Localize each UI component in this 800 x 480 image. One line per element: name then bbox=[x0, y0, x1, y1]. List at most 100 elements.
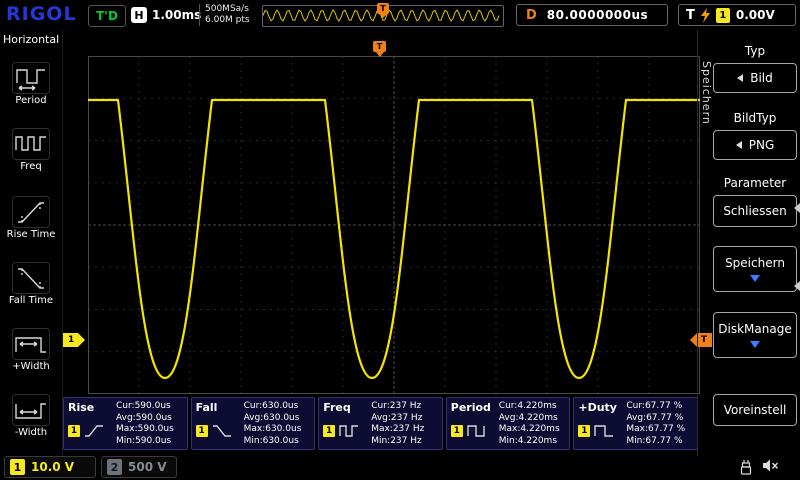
measurement-max: Max:4.220ms bbox=[499, 424, 566, 436]
sidebar-item-label: Fall Time bbox=[0, 295, 62, 306]
sidebar-item-label: Rise Time bbox=[0, 229, 62, 240]
menu-item-voreinstell[interactable]: Voreinstell bbox=[713, 394, 797, 426]
measurement-avg: Avg:4.220ms bbox=[499, 413, 566, 425]
channel1-scale: 10.0 V bbox=[31, 460, 74, 474]
channel-badge: 1 bbox=[323, 425, 335, 437]
chevron-down-icon bbox=[750, 275, 760, 282]
delay-readout-box: D 80.0000000us bbox=[516, 4, 668, 26]
measurement-period: Period 1 Cur:4.220ms Avg:4.220ms Max:4.2… bbox=[446, 397, 571, 450]
sidebar-item-label: -Width bbox=[0, 427, 62, 438]
fall-glyph-icon bbox=[211, 423, 233, 439]
menu-item-bild[interactable]: Bild bbox=[713, 63, 797, 93]
trigger-level-readout: 0.00V bbox=[736, 8, 775, 22]
measurement-rise: Rise 1 Cur:590.0us Avg:590.0us Max:590.0… bbox=[63, 397, 188, 450]
measurement-max: Max:630.0us bbox=[244, 424, 311, 436]
sidebar-item-freq[interactable]: Freq bbox=[0, 128, 62, 172]
period-glyph-icon bbox=[466, 423, 488, 439]
channel1-level-marker[interactable]: 1 bbox=[63, 333, 85, 347]
measure-sidebar: Horizontal Period Freq Rise Time bbox=[0, 30, 63, 456]
measurement-min: Min:237 Hz bbox=[371, 436, 438, 448]
menu-header-parameter: Parameter bbox=[713, 176, 797, 190]
delay-value: 80.0000000us bbox=[547, 8, 648, 22]
sidebar-item-fall-time[interactable]: Fall Time bbox=[0, 262, 62, 306]
channel2-scale: 500 V bbox=[128, 460, 167, 474]
measurement-cur: Cur:4.220ms bbox=[499, 401, 566, 413]
measurement-name: Freq bbox=[323, 401, 369, 414]
measurement-cur: Cur:237 Hz bbox=[371, 401, 438, 413]
menu-header-typ: Typ bbox=[713, 44, 797, 58]
menu-item-value: PNG bbox=[749, 138, 775, 152]
lightning-icon bbox=[701, 8, 710, 23]
measurement-name: Fall bbox=[196, 401, 242, 414]
measurement-avg: Avg:237 Hz bbox=[371, 413, 438, 425]
menu-edge-indicator bbox=[794, 203, 800, 213]
minus-width-icon bbox=[12, 394, 50, 426]
measurement-bar: Rise 1 Cur:590.0us Avg:590.0us Max:590.0… bbox=[62, 395, 699, 452]
plus-width-icon bbox=[12, 328, 50, 360]
trigger-readout-box: T 1 0.00V bbox=[678, 4, 796, 26]
oscilloscope-screen: RIGOL T'D H 1.00ms 500MSa/s 6.00M pts T … bbox=[0, 0, 800, 480]
sidebar-item-label: Period bbox=[0, 95, 62, 106]
channel1-badge: 1 bbox=[10, 459, 25, 475]
sample-rate: 500MSa/s bbox=[205, 4, 250, 15]
menu-tab-title: Speichern bbox=[699, 38, 713, 148]
period-icon bbox=[12, 62, 50, 94]
menu-edge-indicator bbox=[794, 281, 800, 291]
channel2-badge: 2 bbox=[107, 459, 122, 475]
memory-depth: 6.00M pts bbox=[205, 15, 250, 26]
trigger-status-badge: T'D bbox=[88, 5, 126, 27]
chevron-left-icon bbox=[736, 141, 742, 149]
menu-item-value: Bild bbox=[750, 71, 773, 85]
measurement-duty: +Duty 1 Cur:67.77 % Avg:67.77 % Max:67.7… bbox=[573, 397, 698, 450]
measurement-max: Max:237 Hz bbox=[371, 424, 438, 436]
measurement-avg: Avg:67.77 % bbox=[626, 413, 693, 425]
sidebar-title: Horizontal bbox=[0, 30, 62, 46]
freq-glyph-icon bbox=[338, 423, 360, 439]
sidebar-item-period[interactable]: Period bbox=[0, 62, 62, 106]
measurement-fall: Fall 1 Cur:630.0us Avg:630.0us Max:630.0… bbox=[191, 397, 316, 450]
trigger-source-badge: 1 bbox=[716, 8, 730, 23]
duty-glyph-icon bbox=[593, 423, 615, 439]
waveform-display bbox=[88, 56, 700, 394]
menu-item-schliessen[interactable]: Schliessen bbox=[713, 195, 797, 227]
channel1-status[interactable]: 1 10.0 V bbox=[4, 456, 96, 478]
menu-item-diskmanage[interactable]: DiskManage bbox=[713, 312, 797, 358]
measurement-name: Period bbox=[451, 401, 497, 414]
rise-glyph-icon bbox=[83, 423, 105, 439]
channel-badge: 1 bbox=[451, 425, 463, 437]
measurement-max: Max:590.0us bbox=[116, 424, 183, 436]
speaker-muted-icon bbox=[762, 458, 780, 474]
timebase-readout: 1.00ms bbox=[152, 8, 201, 22]
sidebar-item-neg-width[interactable]: -Width bbox=[0, 394, 62, 438]
measurement-cur: Cur:67.77 % bbox=[626, 401, 693, 413]
channel-badge: 1 bbox=[68, 425, 80, 437]
acquisition-info: 500MSa/s 6.00M pts bbox=[199, 4, 250, 26]
menu-item-value: Speichern bbox=[725, 256, 785, 270]
freq-icon bbox=[12, 128, 50, 160]
chevron-left-icon bbox=[737, 74, 743, 82]
sidebar-item-label: +Width bbox=[0, 361, 62, 372]
trigger-label: T bbox=[686, 8, 695, 23]
waveform-preview-strip: T bbox=[262, 5, 504, 27]
menu-item-value: Voreinstell bbox=[724, 403, 787, 417]
measurement-min: Min:67.77 % bbox=[626, 436, 693, 448]
sidebar-item-pos-width[interactable]: +Width bbox=[0, 328, 62, 372]
measurement-freq: Freq 1 Cur:237 Hz Avg:237 Hz Max:237 Hz … bbox=[318, 397, 443, 450]
menu-item-value: Schliessen bbox=[723, 204, 786, 218]
horizontal-h-badge: H bbox=[131, 7, 147, 23]
measurement-avg: Avg:630.0us bbox=[244, 413, 311, 425]
trigger-position-marker[interactable]: T bbox=[373, 41, 386, 52]
measurement-min: Min:630.0us bbox=[244, 436, 311, 448]
measurement-name: Rise bbox=[68, 401, 114, 414]
menu-item-speichern[interactable]: Speichern bbox=[713, 246, 797, 292]
channel-badge: 1 bbox=[578, 425, 590, 437]
menu-item-png[interactable]: PNG bbox=[713, 130, 797, 160]
delay-label: D bbox=[526, 8, 537, 23]
fall-time-icon bbox=[12, 262, 50, 294]
measurement-max: Max:67.77 % bbox=[626, 424, 693, 436]
channel2-status[interactable]: 2 500 V bbox=[101, 456, 177, 478]
measurement-min: Min:4.220ms bbox=[499, 436, 566, 448]
sidebar-item-rise-time[interactable]: Rise Time bbox=[0, 196, 62, 240]
preview-trigger-handle[interactable]: T bbox=[377, 3, 389, 14]
menu-header-bildtyp: BildTyp bbox=[713, 111, 797, 125]
